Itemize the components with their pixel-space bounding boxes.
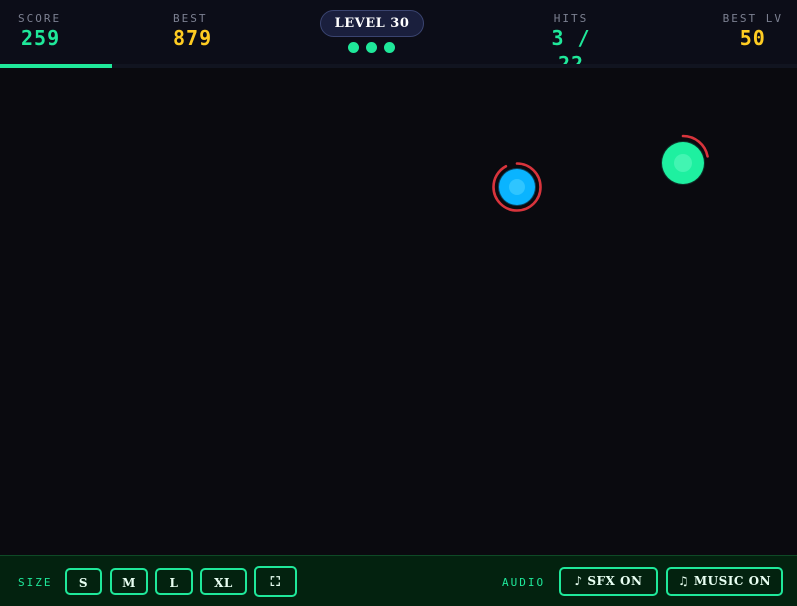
- score-value: 259: [21, 26, 61, 50]
- best-level-value: 50: [739, 26, 766, 50]
- play-field[interactable]: [0, 68, 797, 555]
- lives-indicator: [348, 42, 395, 53]
- fullscreen-icon: ⛶: [270, 575, 281, 590]
- hits-label: HITS: [553, 12, 589, 25]
- life-dot: [384, 42, 395, 53]
- best-score-label: BEST: [173, 12, 208, 25]
- level-badge: LEVEL 30: [320, 10, 424, 37]
- audio-label: AUDIO: [502, 576, 546, 589]
- size-l-button[interactable]: L: [155, 568, 193, 595]
- size-xl-button[interactable]: XL: [200, 568, 247, 595]
- score-label: SCORE: [18, 12, 62, 25]
- game-app: SCORE 259 BEST 879 LEVEL 30 HITS 3 / 22 …: [0, 0, 797, 606]
- music-toggle-button[interactable]: ♫ MUSIC ON: [666, 567, 783, 596]
- blue-target-core: [509, 179, 525, 195]
- green-target[interactable]: [656, 134, 710, 188]
- best-score-stat: BEST 879: [173, 12, 212, 51]
- life-dot: [348, 42, 359, 53]
- best-score-value: 879: [173, 26, 213, 50]
- score-stat: SCORE 259: [18, 12, 61, 51]
- blue-target[interactable]: [491, 161, 543, 213]
- best-level-stat: BEST LV 50: [723, 12, 783, 51]
- life-dot: [366, 42, 377, 53]
- fullscreen-button[interactable]: ⛶: [254, 566, 297, 597]
- best-level-label: BEST LV: [722, 12, 783, 25]
- size-s-button[interactable]: S: [65, 568, 102, 595]
- sfx-toggle-button[interactable]: ♪ SFX ON: [559, 567, 658, 596]
- size-label: SIZE: [18, 576, 53, 589]
- green-target-core: [674, 154, 692, 172]
- hud-bar: SCORE 259 BEST 879 LEVEL 30 HITS 3 / 22 …: [0, 0, 797, 76]
- footer-bar: SIZE S M L XL ⛶ AUDIO ♪ SFX ON ♫ MUSIC O…: [0, 555, 797, 606]
- size-m-button[interactable]: M: [110, 568, 148, 595]
